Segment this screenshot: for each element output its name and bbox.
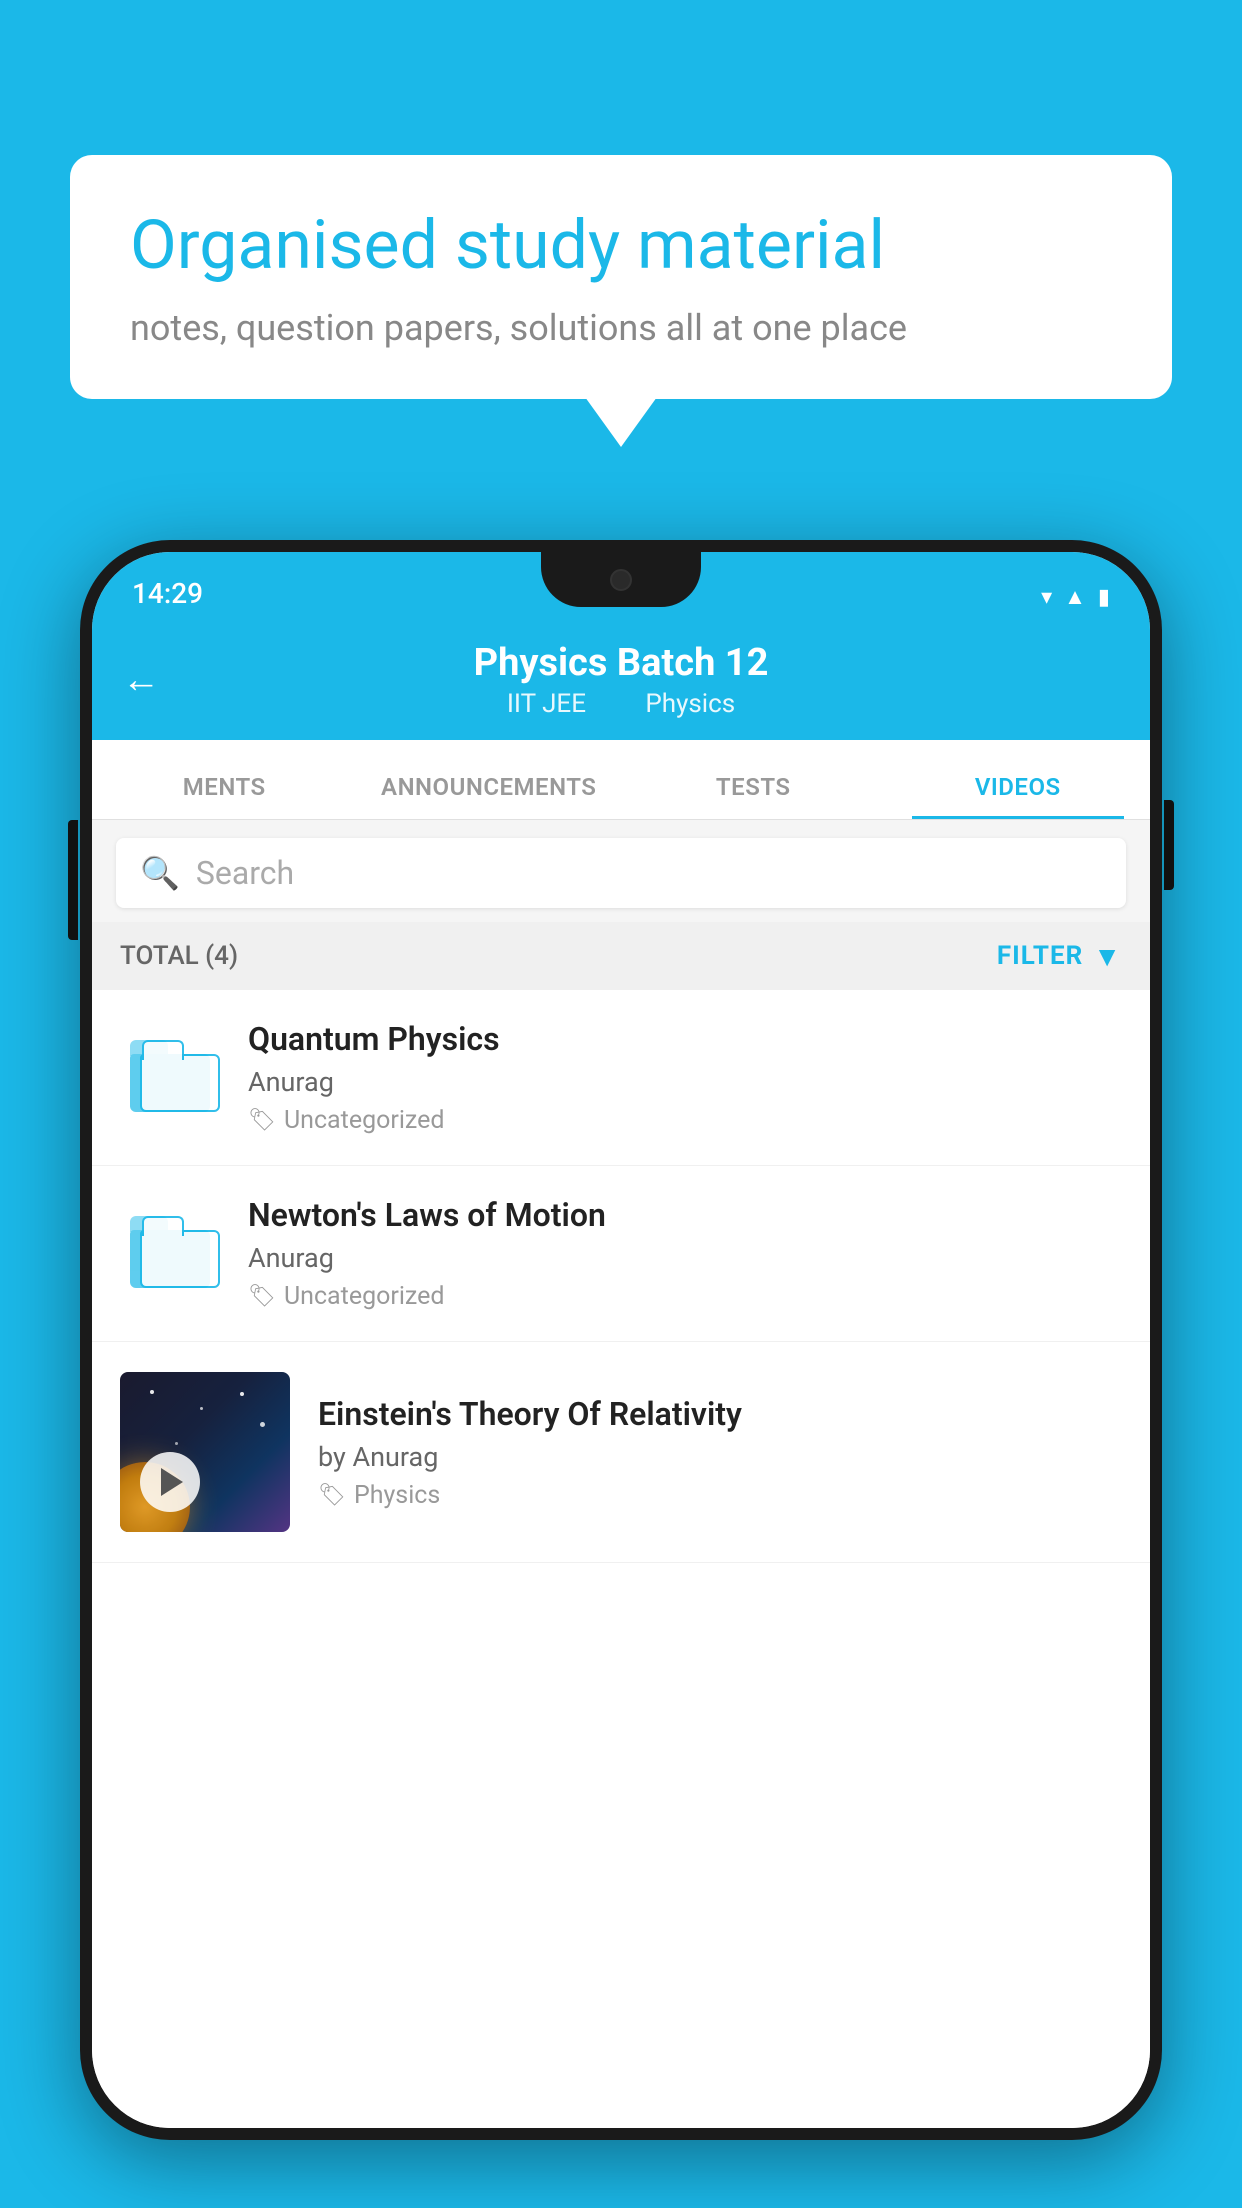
wifi-icon: ▾ <box>1041 585 1052 610</box>
filter-bar: TOTAL (4) FILTER ▼ <box>92 922 1150 990</box>
folder-front <box>140 1054 220 1112</box>
list-item[interactable]: Einstein's Theory Of Relativity by Anura… <box>92 1342 1150 1563</box>
back-button[interactable]: ← <box>122 658 160 702</box>
video-info: Einstein's Theory Of Relativity by Anura… <box>318 1395 1122 1510</box>
tab-announcements[interactable]: ANNOUNCEMENTS <box>357 773 622 819</box>
search-icon: 🔍 <box>140 854 180 892</box>
filter-button[interactable]: FILTER ▼ <box>997 940 1122 973</box>
folder-icon-wrap <box>120 1028 220 1128</box>
camera-dot <box>610 569 632 591</box>
video-title: Newton's Laws of Motion <box>248 1196 1122 1234</box>
speech-bubble-title: Organised study material <box>130 205 1112 287</box>
speech-bubble: Organised study material notes, question… <box>70 155 1172 399</box>
header-title: Physics Batch 12 <box>474 641 769 685</box>
subtitle-iitjee: IIT JEE <box>507 689 586 719</box>
list-item[interactable]: Newton's Laws of Motion Anurag 🏷 Uncateg… <box>92 1166 1150 1342</box>
search-input-wrap[interactable]: 🔍 Search <box>116 838 1126 908</box>
signal-icon: ▲ <box>1064 584 1086 610</box>
subtitle-physics: Physics <box>645 689 735 719</box>
battery-icon: ▮ <box>1098 585 1110 610</box>
folder-icon <box>130 1044 210 1112</box>
phone-outer: 14:29 ▾ ▲ ▮ ← Physics Batch 12 IIT JEE P… <box>80 540 1162 2140</box>
video-info: Newton's Laws of Motion Anurag 🏷 Uncateg… <box>248 1196 1122 1311</box>
app-header: ← Physics Batch 12 IIT JEE Physics <box>92 620 1150 740</box>
video-tag: 🏷 Uncategorized <box>248 1106 1122 1135</box>
list-item[interactable]: Quantum Physics Anurag 🏷 Uncategorized <box>92 990 1150 1166</box>
folder-icon-wrap <box>120 1204 220 1304</box>
tag-label: Uncategorized <box>284 1106 445 1135</box>
speech-bubble-subtitle: notes, question papers, solutions all at… <box>130 307 1112 349</box>
search-bar-container: 🔍 Search <box>92 820 1150 926</box>
tab-tests[interactable]: TESTS <box>621 773 886 819</box>
tab-ments[interactable]: MENTS <box>92 773 357 819</box>
video-title: Einstein's Theory Of Relativity <box>318 1395 1122 1433</box>
video-list: Quantum Physics Anurag 🏷 Uncategorized <box>92 990 1150 2128</box>
status-time: 14:29 <box>132 577 203 610</box>
tag-icon: 🏷 <box>248 1284 276 1309</box>
video-tag: 🏷 Physics <box>318 1481 1122 1510</box>
folder-front <box>140 1230 220 1288</box>
phone-container: 14:29 ▾ ▲ ▮ ← Physics Batch 12 IIT JEE P… <box>80 540 1162 2140</box>
subtitle-separator <box>612 689 625 719</box>
tag-label: Physics <box>354 1481 440 1510</box>
filter-icon: ▼ <box>1093 940 1122 973</box>
tag-label: Uncategorized <box>284 1282 445 1311</box>
header-subtitle: IIT JEE Physics <box>497 689 745 719</box>
total-count: TOTAL (4) <box>120 941 238 971</box>
tag-icon: 🏷 <box>318 1483 346 1508</box>
video-tag: 🏷 Uncategorized <box>248 1282 1122 1311</box>
notch <box>541 552 701 607</box>
status-icons: ▾ ▲ ▮ <box>1041 584 1110 610</box>
video-author: by Anurag <box>318 1441 1122 1473</box>
tab-videos[interactable]: VIDEOS <box>886 773 1151 819</box>
folder-icon <box>130 1220 210 1288</box>
phone-screen: 14:29 ▾ ▲ ▮ ← Physics Batch 12 IIT JEE P… <box>92 552 1150 2128</box>
play-button[interactable] <box>140 1452 200 1512</box>
video-info: Quantum Physics Anurag 🏷 Uncategorized <box>248 1020 1122 1135</box>
tabs-bar: MENTS ANNOUNCEMENTS TESTS VIDEOS <box>92 740 1150 820</box>
filter-label: FILTER <box>997 941 1083 971</box>
tag-icon: 🏷 <box>248 1108 276 1133</box>
play-triangle-icon <box>161 1468 183 1496</box>
video-author: Anurag <box>248 1242 1122 1274</box>
video-author: Anurag <box>248 1066 1122 1098</box>
search-placeholder: Search <box>196 854 294 892</box>
video-thumbnail <box>120 1372 290 1532</box>
video-title: Quantum Physics <box>248 1020 1122 1058</box>
